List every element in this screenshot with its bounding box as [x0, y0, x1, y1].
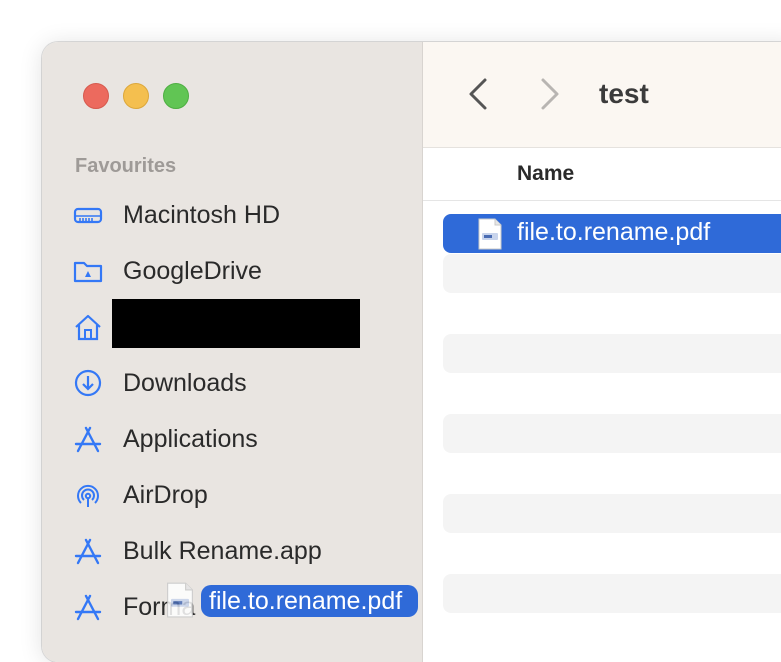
- sidebar-item-googledrive[interactable]: GoogleDrive: [72, 251, 402, 291]
- column-header-bar: Name: [423, 148, 781, 201]
- sidebar-item-label: AirDrop: [123, 480, 208, 509]
- close-window-button[interactable]: [83, 83, 109, 109]
- file-name: file.to.rename.pdf: [517, 218, 711, 246]
- chevron-right-icon: [541, 78, 559, 110]
- download-icon: [72, 363, 114, 403]
- chevron-left-icon: [469, 78, 487, 110]
- sidebar-item-macintosh-hd[interactable]: Macintosh HD: [72, 195, 402, 235]
- column-header-name[interactable]: Name: [517, 162, 574, 186]
- file-row-selected[interactable]: file.to.rename.pdf: [443, 214, 781, 253]
- sidebar-item-label: GoogleDrive: [123, 256, 262, 285]
- home-icon: [72, 307, 114, 347]
- sidebar-item-downloads[interactable]: Downloads: [72, 363, 402, 403]
- empty-row: [443, 334, 781, 373]
- redaction-block: [112, 299, 360, 348]
- forward-button[interactable]: [535, 74, 565, 114]
- sidebar-item-bulk-rename[interactable]: Bulk Rename.app: [72, 531, 402, 571]
- sidebar-item-label: Macintosh HD: [123, 200, 280, 229]
- sidebar-item-label: Downloads: [123, 368, 247, 397]
- folder-drive-icon: [72, 251, 114, 291]
- applications-icon: [72, 587, 114, 627]
- empty-row: [443, 254, 781, 293]
- sidebar-item-applications[interactable]: Applications: [72, 419, 402, 459]
- applications-icon: [72, 419, 114, 459]
- sidebar: Favourites Macintosh HD GoogleDrive Down…: [42, 42, 423, 662]
- sidebar-item-label: Bulk Rename.app: [123, 536, 322, 565]
- zoom-window-button[interactable]: [163, 83, 189, 109]
- sidebar-item-airdrop[interactable]: AirDrop: [72, 475, 402, 515]
- window-title: test: [599, 78, 649, 109]
- applications-icon: [72, 531, 114, 571]
- finder-window: Favourites Macintosh HD GoogleDrive Down…: [42, 42, 781, 662]
- sidebar-section-favourites: Favourites: [75, 155, 177, 177]
- harddrive-icon: [72, 195, 114, 235]
- airdrop-icon: [72, 475, 114, 515]
- minimize-window-button[interactable]: [123, 83, 149, 109]
- pdf-file-icon: [477, 218, 503, 250]
- back-button[interactable]: [463, 74, 493, 114]
- drag-label: file.to.rename.pdf: [201, 585, 419, 617]
- toolbar: test: [423, 42, 781, 148]
- empty-row: [443, 494, 781, 533]
- empty-row: [443, 414, 781, 453]
- empty-row: [443, 574, 781, 613]
- file-browser: test Name file.to.rename.pdf: [423, 42, 781, 662]
- pdf-file-icon: [165, 582, 195, 618]
- sidebar-item-label: Applications: [123, 424, 258, 453]
